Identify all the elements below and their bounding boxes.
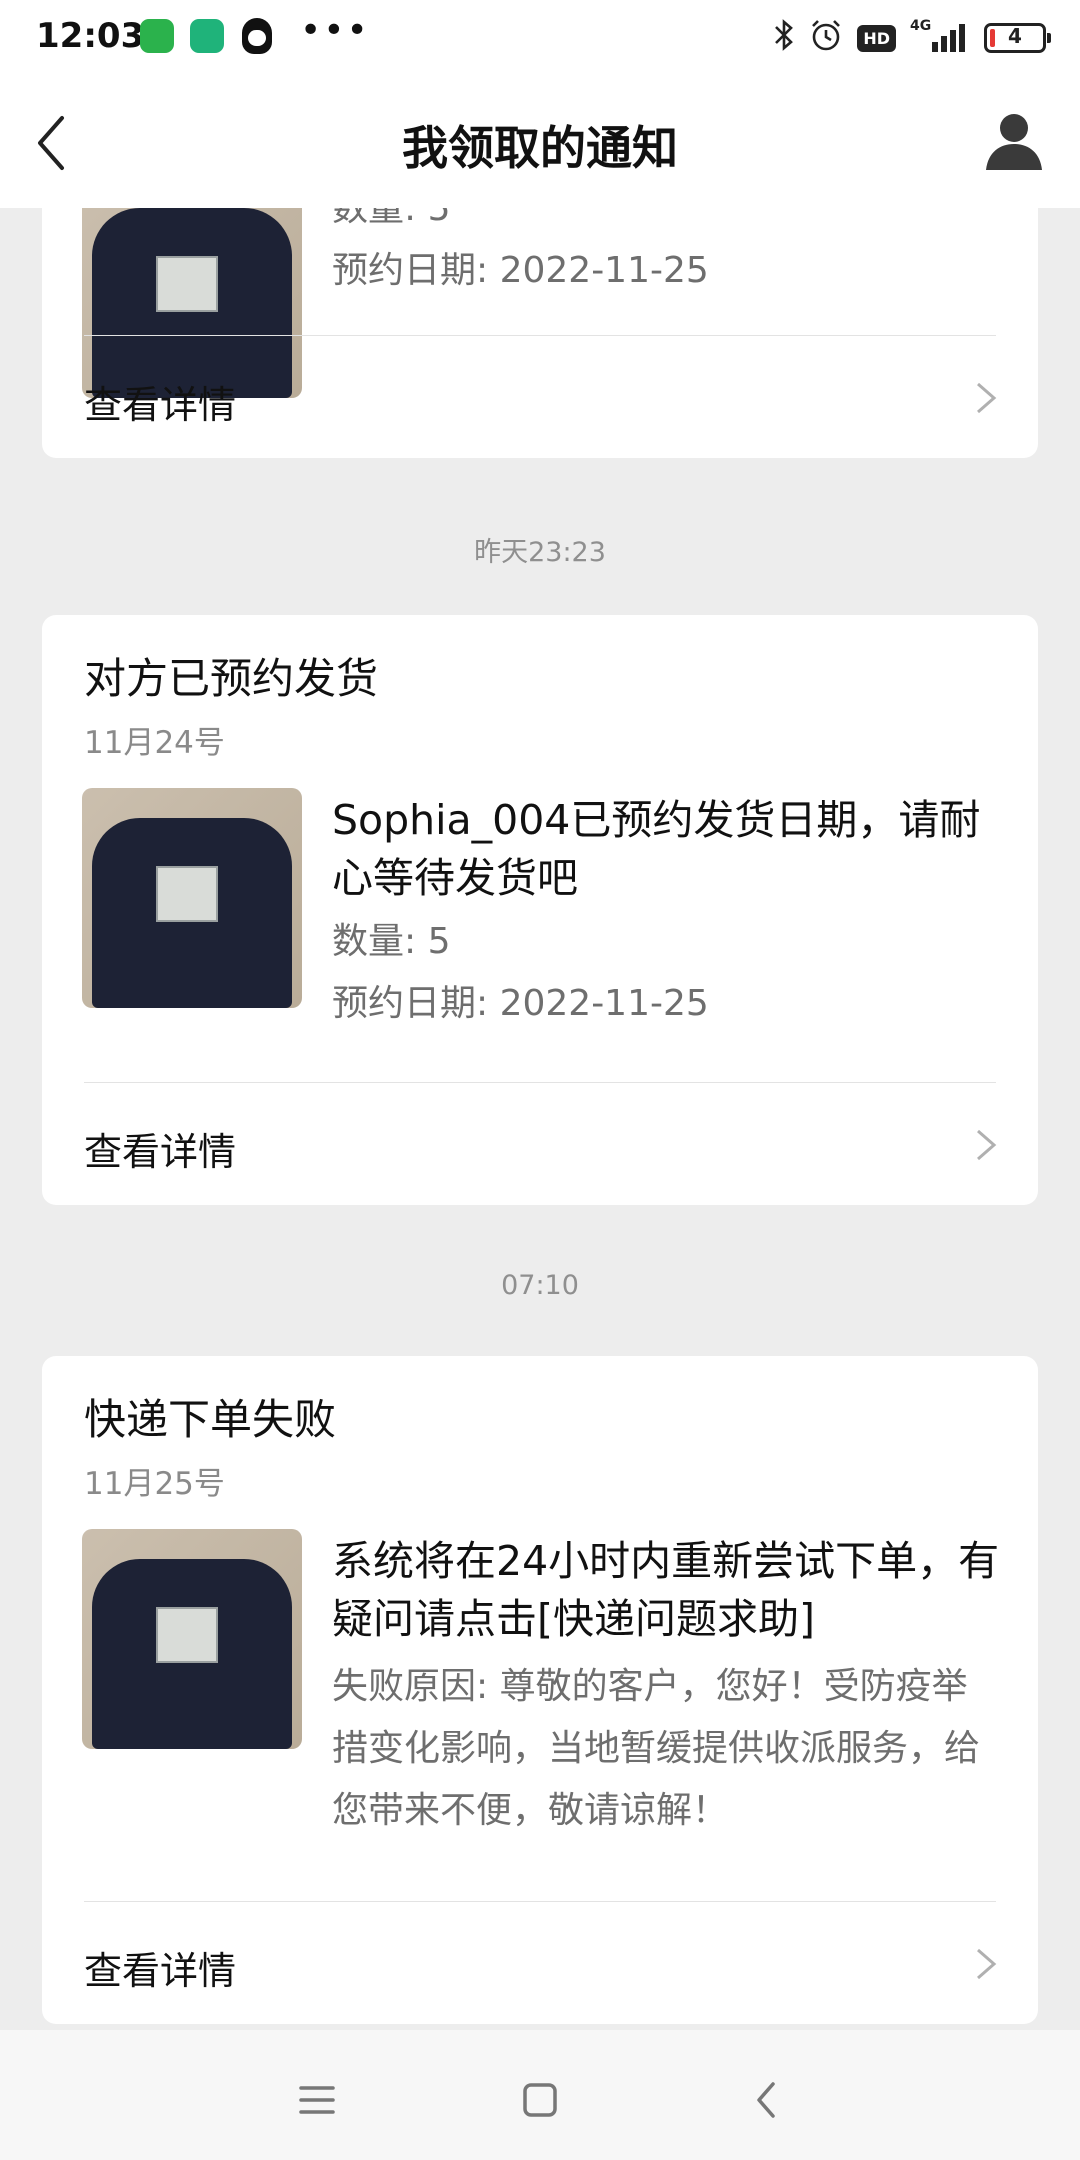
failure-reason-text: 失败原因: 尊敬的客户，您好！受防疫举措变化影响，当地暂缓提供收派服务，给您带来… [332,1666,981,1831]
chevron-right-icon [977,382,997,414]
card-title: 快递下单失败 [84,1395,337,1444]
qq-notification-icon [242,18,272,54]
menu-button[interactable] [287,2070,347,2130]
bluetooth-icon [773,18,795,59]
hd-icon: HD [857,24,896,52]
battery-icon: 4 [984,23,1051,53]
scheduled-date-text: 预约日期: 2022-11-25 [332,983,709,1024]
person-icon [986,114,1042,170]
card-body-text: Sophia_004已预约发货日期，请耐心等待发货吧 [332,796,981,902]
network-type: 4G [910,18,932,34]
view-details-button[interactable]: 查看详情 [42,1083,1038,1205]
alarm-icon [809,18,843,59]
view-details-button[interactable]: 查看详情 [42,1902,1038,2024]
chevron-right-icon [977,1948,997,1980]
wechat-notification-icon [140,19,174,53]
message-timestamp: 07:10 [501,1270,579,1301]
home-square-icon [523,2083,557,2117]
system-nav-bar [0,2030,1080,2160]
card-body-text: 系统将在24小时内重新尝试下单，有疑问请点击[快递问题求助] [332,1537,1000,1643]
notification-list[interactable]: 数量: 5 预约日期: 2022-11-25 查看详情 昨天23:23 对方已预… [0,208,1080,2030]
chevron-left-icon [757,2082,775,2118]
notification-card: 对方已预约发货 11月24号 Sophia_004已预约发货日期，请耐心等待发货… [42,615,1038,1205]
quantity-text: 数量: 5 [332,921,451,962]
status-time: 12:03 [36,16,145,56]
view-details-label: 查看详情 [84,1130,237,1174]
view-details-label: 查看详情 [84,383,237,427]
scheduled-date-text: 预约日期: 2022-11-25 [332,250,709,291]
home-button[interactable] [510,2070,570,2130]
notification-card: 数量: 5 预约日期: 2022-11-25 查看详情 [42,208,1038,458]
card-date: 11月25号 [84,1466,225,1502]
status-bar: 12:03 ••• HD 4G 4 [0,0,1080,78]
status-icons: HD 4G 4 [773,16,1051,60]
card-title: 对方已预约发货 [84,654,379,703]
profile-button[interactable] [982,108,1046,172]
product-thumbnail [82,1529,302,1749]
view-details-label: 查看详情 [84,1949,237,1993]
nav-header: 我领取的通知 [0,78,1080,208]
system-back-button[interactable] [737,2070,797,2130]
product-thumbnail [82,788,302,1008]
battery-level: 4 [1008,24,1022,48]
quantity-text: 数量: 5 [332,208,451,229]
message-timestamp: 昨天23:23 [474,537,606,568]
menu-icon [299,2086,335,2114]
chevron-right-icon [977,1129,997,1161]
view-details-button[interactable]: 查看详情 [42,336,1038,458]
signal-icon: 4G [910,18,970,56]
shield-notification-icon [190,19,224,53]
page-title: 我领取的通知 [402,121,678,175]
card-date: 11月24号 [84,725,225,761]
notification-card: 快递下单失败 11月25号 系统将在24小时内重新尝试下单，有疑问请点击[快递问… [42,1356,1038,2024]
more-notifications-icon: ••• [300,10,370,51]
